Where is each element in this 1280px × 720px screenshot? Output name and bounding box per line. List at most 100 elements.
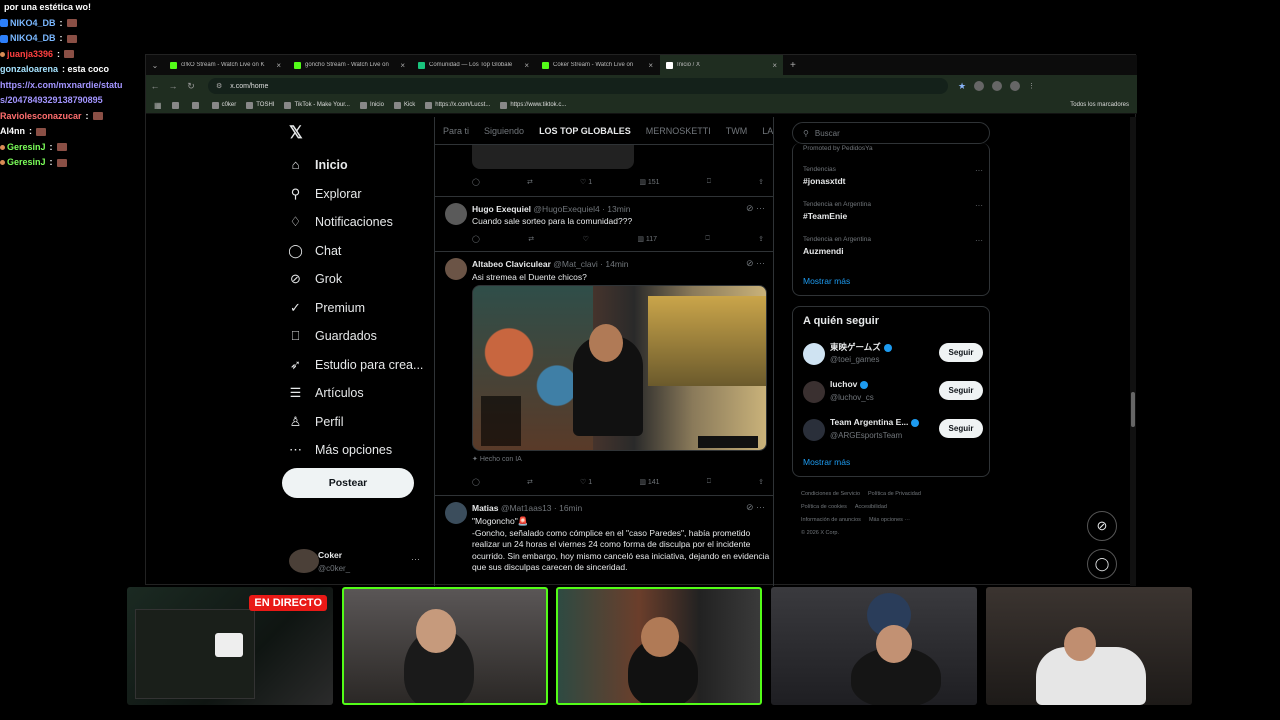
follow-suggestion[interactable]: luchov @luchov_cs Seguir <box>803 379 983 407</box>
bookmark-item[interactable]: TikTok - Make Your... <box>284 101 350 109</box>
nav-item-grok[interactable]: ⊘ Grok <box>288 271 342 287</box>
cam-guest-3[interactable] <box>771 587 977 705</box>
tweet-image[interactable] <box>472 285 767 451</box>
new-tab-icon[interactable]: + <box>790 60 796 71</box>
search-box[interactable]: ⚲ Buscar <box>792 122 990 144</box>
feed-tab[interactable]: LA <box>762 126 773 136</box>
bookmark-item[interactable]: TOSHI <box>246 101 274 109</box>
tweet-time[interactable]: 16min <box>559 503 582 513</box>
grok-fab-icon[interactable]: ⊘ <box>1087 511 1117 541</box>
trend-more-icon[interactable]: ··· <box>975 166 983 175</box>
browser-tab[interactable]: Comunidad — Los Top Globale × <box>412 55 535 75</box>
like-icon[interactable]: ♡ <box>583 235 589 243</box>
tweet-more-icon[interactable]: ⊘ ··· <box>746 502 765 513</box>
tweet-partial[interactable]: ◯ ⇄ ♡ 1 ▥ 151 ⎕ ⇪ <box>435 145 773 197</box>
follow-avatar[interactable] <box>803 419 825 441</box>
browser-menu-icon[interactable]: ⋮ <box>1028 82 1035 90</box>
feed-tab[interactable]: Para ti <box>443 126 469 136</box>
cam-main-stream[interactable]: EN DIRECTO <box>127 587 333 705</box>
footer-link[interactable]: Política de cookies <box>801 504 847 510</box>
tweet-avatar[interactable] <box>445 258 467 280</box>
nav-item-rocket[interactable]: ➶ Estudio para crea... <box>288 357 423 373</box>
follow-suggestion[interactable]: 東映ゲームズ @toei_games Seguir <box>803 341 983 369</box>
follow-name[interactable]: 東映ゲームズ <box>830 341 892 353</box>
footer-link[interactable]: Accesibilidad <box>855 501 887 514</box>
show-more-follow-link[interactable]: Mostrar más <box>803 457 850 467</box>
repost-icon[interactable]: ⇄ <box>527 178 533 186</box>
feed-tab[interactable]: Siguiendo <box>484 126 524 136</box>
scrollbar[interactable] <box>1130 117 1136 586</box>
reply-icon[interactable]: ◯ <box>472 178 480 186</box>
follow-avatar[interactable] <box>803 343 825 365</box>
like-icon[interactable]: ♡ 1 <box>580 178 592 186</box>
share-icon[interactable]: ⇪ <box>758 235 764 243</box>
trend-item[interactable]: Tendencias #jonasxtdt ··· <box>803 166 983 186</box>
account-avatar[interactable] <box>289 549 319 573</box>
forward-icon[interactable]: → <box>164 81 182 91</box>
browser-tab[interactable]: Inicio / X × <box>660 55 783 75</box>
footer-link[interactable]: Más opciones ··· <box>869 514 910 527</box>
footer-link[interactable]: © 2026 X Corp. <box>801 530 839 536</box>
trend-item[interactable]: Tendencia en Argentina Auzmendi ··· <box>803 236 983 256</box>
account-more-icon[interactable]: ··· <box>411 554 420 564</box>
post-button[interactable]: Postear <box>282 468 414 498</box>
nav-item-premium[interactable]: ✓ Premium <box>288 300 365 316</box>
nav-item-bell[interactable]: ♢ Notificaciones <box>288 214 393 230</box>
bookmark-action-icon[interactable]: ⎕ <box>705 235 709 243</box>
cam-guest-2[interactable] <box>556 587 762 705</box>
address-bar[interactable]: ⚙ x.com/home <box>208 78 948 94</box>
feed-tab[interactable]: LOS TOP GLOBALES <box>539 126 631 136</box>
browser-tab[interactable]: cl!kO Stream - Watch Live on K × <box>164 55 287 75</box>
trend-more-icon[interactable]: ··· <box>975 201 983 210</box>
bookmark-item[interactable]: c0ker <box>211 101 236 109</box>
tweet-time[interactable]: 13min <box>607 204 630 214</box>
cam-guest-4[interactable] <box>986 587 1192 705</box>
tweet-more-icon[interactable]: ⊘ ··· <box>746 258 765 269</box>
bookmark-item[interactable]: https://x.com/Lucst... <box>425 101 490 109</box>
nav-item-home[interactable]: ⌂ Inicio <box>288 157 348 172</box>
tweet-author[interactable]: Altabeo Claviculear <box>472 259 551 269</box>
account-name[interactable]: Coker <box>318 550 342 560</box>
bookmark-item[interactable]: Kick <box>393 101 415 109</box>
tweet-avatar[interactable] <box>445 203 467 225</box>
all-bookmarks[interactable]: Todos los marcadores <box>1070 102 1129 108</box>
footer-link[interactable]: Política de Privacidad <box>868 488 921 501</box>
chat-username[interactable]: Al4nn <box>0 124 25 140</box>
views-icon[interactable]: ▥ 141 <box>639 478 659 486</box>
browser-tab[interactable]: goncho Stream - Watch Live on × <box>288 55 411 75</box>
chat-fab-icon[interactable]: ◯ <box>1087 549 1117 579</box>
feed-tab[interactable]: MERNOSKETTI <box>646 126 711 136</box>
trend-item[interactable]: Tendencia en Argentina #TeamEnie ··· <box>803 201 983 221</box>
nav-item-more[interactable]: ⋯ Más opciones <box>288 442 392 458</box>
tweet-media[interactable] <box>472 145 634 169</box>
star-icon[interactable]: ★ <box>958 81 966 92</box>
reply-icon[interactable]: ◯ <box>472 235 480 243</box>
back-icon[interactable]: ← <box>146 81 164 91</box>
tab-close-icon[interactable]: × <box>772 61 777 70</box>
bookmark-action-icon[interactable]: ⎕ <box>707 178 711 186</box>
tweet-handle[interactable]: @HugoExequiel4 <box>533 204 599 214</box>
tweet[interactable]: Matias @Mat1aas13 · 16min ⊘ ··· "Mogonch… <box>435 496 773 586</box>
follow-avatar[interactable] <box>803 381 825 403</box>
trend-more-icon[interactable]: ··· <box>975 236 983 245</box>
show-more-trends-link[interactable]: Mostrar más <box>803 276 850 286</box>
nav-item-chat[interactable]: ◯ Chat <box>288 243 341 259</box>
nav-item-article[interactable]: ☰ Artículos <box>288 385 364 401</box>
tweet-author[interactable]: Matias <box>472 503 498 513</box>
chat-username[interactable]: NIKO4_DB <box>10 31 56 47</box>
bookmark-action-icon[interactable]: ⎕ <box>707 478 711 486</box>
follow-button[interactable]: Seguir <box>939 419 983 438</box>
share-icon[interactable]: ⇪ <box>758 478 764 486</box>
apps-grid-icon[interactable]: ▦ <box>154 101 162 110</box>
tab-search-icon[interactable]: ⌄ <box>146 61 164 70</box>
tweet-time[interactable]: 14min <box>605 259 628 269</box>
extensions-puzzle-icon[interactable] <box>992 81 1003 91</box>
bookmark-item[interactable] <box>191 101 202 109</box>
chat-username[interactable]: GeresinJ <box>7 155 46 171</box>
tab-close-icon[interactable]: × <box>648 61 653 70</box>
chat-username[interactable]: s/2047849329138790895 <box>0 93 103 109</box>
follow-button[interactable]: Seguir <box>939 343 983 362</box>
tweet[interactable]: Hugo Exequiel @HugoExequiel4 · 13min ⊘ ·… <box>435 197 773 252</box>
extension-icon[interactable] <box>974 81 985 91</box>
repost-icon[interactable]: ⇄ <box>527 478 533 486</box>
